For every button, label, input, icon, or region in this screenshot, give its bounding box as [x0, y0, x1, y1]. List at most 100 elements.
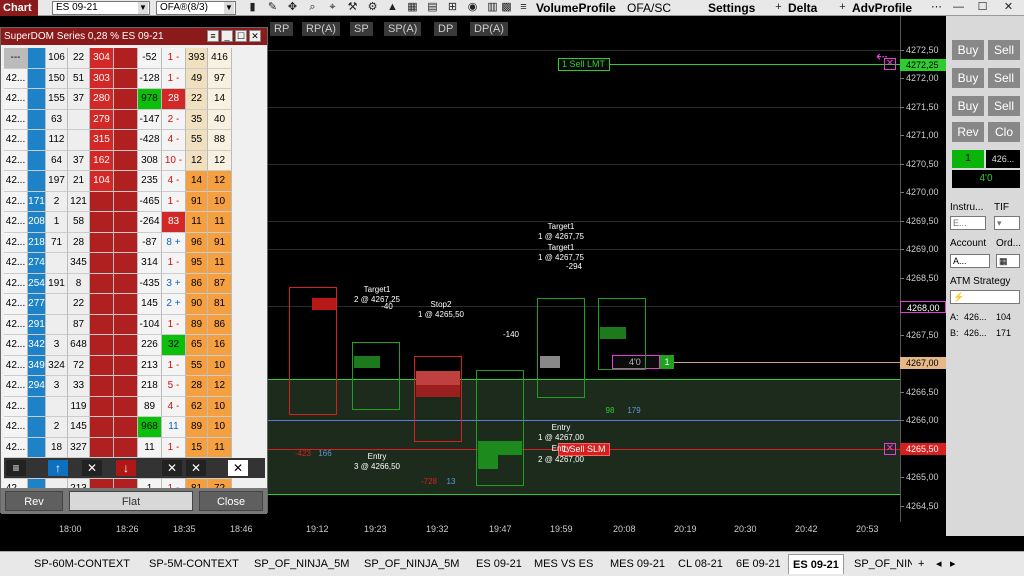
add-tab-icon[interactable]: + [914, 554, 928, 574]
buy-order-cell[interactable]: 349 [28, 355, 46, 376]
delta-button[interactable]: Delta [788, 0, 817, 16]
grid-icon[interactable]: ▩ [500, 1, 513, 14]
buy-order-cell[interactable] [28, 396, 46, 417]
data-box-icon[interactable]: ▦ [406, 1, 419, 14]
instrument-select[interactable]: E... [950, 216, 986, 230]
buy-order-cell[interactable]: 254 [28, 273, 46, 294]
sell-lmt-order-tag[interactable]: 1 Sell LMT [558, 58, 610, 71]
close-position-button[interactable]: Clo [988, 122, 1020, 142]
buy-button[interactable]: Buy [952, 96, 984, 116]
superdom-ladder[interactable]: --- 106 22 304 -52 1 -393 416 42... 150 51 303 -128… [4, 48, 265, 499]
buy-order-cell[interactable]: 277 [28, 294, 46, 315]
instrument-selector[interactable]: ES 09-21 ▼ [52, 1, 150, 15]
atm-strategy-select[interactable]: ⚡ [950, 290, 1020, 304]
magnet-icon[interactable]: ⌖ [326, 1, 339, 14]
templates-icon[interactable]: ▤ [426, 1, 439, 14]
buy-button[interactable]: Buy [952, 68, 984, 88]
tab-rp[interactable]: RP [270, 22, 294, 36]
maximize-icon[interactable]: ☐ [976, 1, 989, 14]
sell-order-cell[interactable] [114, 253, 138, 274]
cancel-bids-icon[interactable]: ✕ [82, 460, 102, 476]
zoom-icon[interactable]: ⌕ [306, 1, 319, 14]
buy-order-cell[interactable] [28, 109, 46, 130]
tab-dp[interactable]: DP [434, 22, 458, 36]
ofa-sc-button[interactable]: OFA/SC [627, 0, 671, 16]
sell-order-cell[interactable] [114, 68, 138, 89]
sell-order-cell[interactable] [114, 396, 138, 417]
flat-button[interactable]: Flat [69, 491, 193, 511]
tab-sp[interactable]: SP [350, 22, 373, 36]
sell-order-cell[interactable] [114, 376, 138, 397]
sell-order-cell[interactable] [114, 109, 138, 130]
list-icon[interactable]: ≡ [517, 1, 530, 14]
sell-lmt-line[interactable] [580, 64, 900, 65]
buy-order-cell[interactable]: 294 [28, 376, 46, 397]
tab-mes-vs-es[interactable]: MES VS ES [530, 554, 597, 574]
cancel-order-icon[interactable]: ✕ [884, 443, 896, 455]
minimize-icon[interactable]: _ [221, 30, 233, 42]
buy-order-cell[interactable] [28, 417, 46, 438]
buy-order-cell[interactable] [28, 89, 46, 110]
strategy-icon[interactable]: ⚙ [366, 1, 379, 14]
close-icon[interactable]: ✕ [1002, 1, 1015, 14]
sell-order-cell[interactable] [114, 335, 138, 356]
drawing-tool-icon[interactable]: ✎ [266, 1, 279, 14]
buy-order-cell[interactable] [28, 130, 46, 151]
buy-order-cell[interactable]: 171 [28, 191, 46, 212]
tab-6e-09-21[interactable]: 6E 09-21 [732, 554, 785, 574]
buy-order-cell[interactable] [28, 437, 46, 458]
position-qty-tag[interactable]: 1 [660, 355, 674, 369]
plus-icon[interactable]: + [772, 1, 785, 14]
bar-type-icon[interactable]: ▮ [246, 1, 259, 14]
properties-icon[interactable]: ⚒ [346, 1, 359, 14]
sell-order-cell[interactable] [114, 417, 138, 438]
settings-button[interactable]: Settings [708, 0, 755, 16]
sell-order-cell[interactable] [114, 48, 138, 69]
tab-sp-of-ninja[interactable]: SP_OF_NIN... [850, 554, 912, 574]
sell-order-cell[interactable] [114, 191, 138, 212]
sell-order-cell[interactable] [114, 273, 138, 294]
crosshair-icon[interactable]: ✥ [286, 1, 299, 14]
sell-order-cell[interactable] [114, 212, 138, 233]
more-icon[interactable]: ⋯ [930, 1, 943, 14]
reverse-button[interactable]: Rev [5, 491, 63, 511]
sell-order-cell[interactable] [114, 150, 138, 171]
chart-menu-button[interactable]: Chart [0, 0, 38, 16]
sell-button[interactable]: Sell [988, 96, 1020, 116]
sell-button[interactable]: Sell [988, 68, 1020, 88]
snapshot-icon[interactable]: ⊞ [446, 1, 459, 14]
indicator-icon[interactable]: ▲ [386, 1, 399, 14]
sell-order-cell[interactable] [114, 314, 138, 335]
layout-icon[interactable]: ▥ [486, 1, 499, 14]
buy-order-cell[interactable] [28, 150, 46, 171]
cancel-icon[interactable]: ✕ [186, 460, 206, 476]
link-icon[interactable]: ◉ [466, 1, 479, 14]
tab-sp-5m-context[interactable]: SP-5M-CONTEXT [145, 554, 243, 574]
template-selector[interactable]: OFA®(8/3) ▼ [156, 1, 236, 15]
buy-order-cell[interactable]: 274 [28, 253, 46, 274]
tab-sp-of-ninja-5m[interactable]: SP_OF_NINJA_5M [250, 554, 353, 574]
buy-order-cell[interactable] [28, 48, 46, 69]
sell-order-cell[interactable] [114, 355, 138, 376]
tab-dp-a[interactable]: DP(A) [470, 22, 508, 36]
sell-order-cell[interactable] [114, 294, 138, 315]
buy-button[interactable]: Buy [952, 40, 984, 60]
tab-scroll-right-icon[interactable]: ▸ [946, 554, 960, 574]
sell-order-cell[interactable] [114, 130, 138, 151]
buy-order-cell[interactable]: 218 [28, 232, 46, 253]
buy-order-cell[interactable]: 208 [28, 212, 46, 233]
buy-order-cell[interactable] [28, 171, 46, 192]
plus-icon[interactable]: + [836, 1, 849, 14]
menu-icon[interactable]: ≡ [207, 30, 219, 42]
tab-es-09-21-active[interactable]: ES 09-21 [788, 554, 844, 574]
adv-profile-button[interactable]: AdvProfile [852, 0, 912, 16]
close-icon[interactable]: ✕ [249, 30, 261, 42]
sell-order-cell[interactable] [114, 171, 138, 192]
volume-profile-button[interactable]: VolumeProfile [536, 0, 616, 16]
cancel-all-icon[interactable]: ✕ [228, 460, 248, 476]
sell-button[interactable]: Sell [988, 40, 1020, 60]
minimize-icon[interactable]: — [952, 1, 965, 14]
tif-select[interactable]: ▾ [994, 216, 1020, 230]
arrow-up-icon[interactable]: ↑ [48, 460, 68, 476]
buy-order-cell[interactable]: 342 [28, 335, 46, 356]
